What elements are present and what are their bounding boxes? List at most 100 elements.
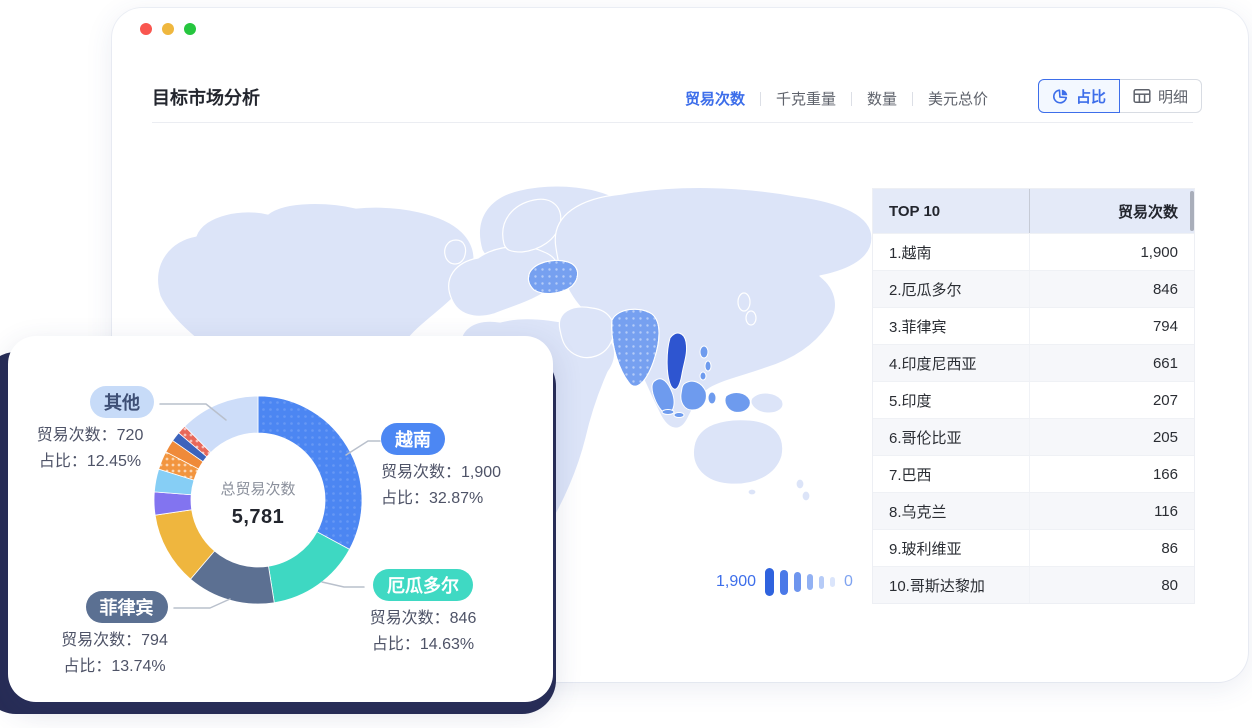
value-cell: 166: [1029, 456, 1194, 492]
callout-pct-line: 占比：12.45%: [14, 449, 166, 475]
minimize-window-dot[interactable]: [162, 23, 174, 35]
country-cell: 5.印度: [873, 390, 1029, 411]
map-region-uk: [445, 240, 466, 264]
legend-bar-0: [765, 568, 774, 596]
table-row: 5.印度207: [873, 381, 1194, 418]
view-toggle-group: 占比 明细: [1038, 79, 1202, 113]
map-country-borneo[interactable]: [681, 381, 707, 410]
legend-bars: [765, 568, 835, 596]
metric-tabs: 贸易次数 千克重量 数量 美元总价: [685, 88, 988, 109]
legend-max-label: 1,900: [716, 573, 756, 591]
callout-badge-ekuaduoer: 厄瓜多尔: [373, 569, 473, 601]
legend-bar-5: [830, 577, 835, 587]
value-cell: 207: [1029, 382, 1194, 418]
table-row: 9.玻利维亚86: [873, 529, 1194, 566]
value-cell: 846: [1029, 271, 1194, 307]
callout-pct-line: 占比：32.87%: [381, 486, 501, 512]
callout-badge-yuenan: 越南: [381, 423, 445, 455]
tab-usd-total[interactable]: 美元总价: [928, 88, 988, 109]
callout-badge-feilvbin: 菲律宾: [86, 591, 168, 623]
map-country-west-papua[interactable]: [725, 393, 750, 413]
table-header-row: TOP 10 贸易次数: [873, 189, 1194, 233]
table-row: 2.厄瓜多尔846: [873, 270, 1194, 307]
map-region-tasmania: [748, 489, 756, 495]
window-controls: [140, 23, 196, 35]
close-window-dot[interactable]: [140, 23, 152, 35]
map-region-japan-south: [746, 311, 756, 325]
map-country-sulawesi[interactable]: [708, 392, 716, 404]
tab-separator: [760, 92, 761, 106]
country-cell: 10.哥斯达黎加: [873, 575, 1029, 596]
tab-separator: [912, 92, 913, 106]
tab-kg-weight[interactable]: 千克重量: [776, 88, 836, 109]
page-title: 目标市场分析: [152, 84, 260, 110]
donut-total-value: 5,781: [174, 506, 342, 529]
table-row: 4.印度尼西亚661: [873, 344, 1194, 381]
callout-stats: 贸易次数：1,900占比：32.87%: [381, 460, 501, 512]
tab-quantity[interactable]: 数量: [867, 88, 897, 109]
value-cell: 661: [1029, 345, 1194, 381]
map-region-new-guinea: [751, 393, 783, 413]
map-country-java[interactable]: [662, 410, 674, 415]
callout-pct-line: 占比：14.63%: [356, 632, 490, 658]
donut-total-title: 总贸易次数: [174, 478, 342, 499]
view-button-proportion[interactable]: 占比: [1038, 79, 1120, 113]
value-cell: 80: [1029, 567, 1194, 603]
country-cell: 1.越南: [873, 242, 1029, 263]
country-cell: 4.印度尼西亚: [873, 353, 1029, 374]
table-icon: [1133, 88, 1151, 104]
legend-bar-1: [780, 570, 788, 595]
map-country-java-2[interactable]: [674, 413, 684, 418]
callout-feilvbin: 菲律宾贸易次数：794占比：13.74%: [29, 591, 200, 680]
callout-badge-qita: 其他: [90, 386, 154, 418]
value-cell: 205: [1029, 419, 1194, 455]
proportion-chart-card: 总贸易次数 5,781 其他贸易次数：720占比：12.45% 越南贸易次数：1,…: [8, 336, 553, 702]
country-cell: 7.巴西: [873, 464, 1029, 485]
callout-value-line: 贸易次数：1,900: [381, 460, 501, 486]
maximize-window-dot[interactable]: [184, 23, 196, 35]
callout-pct-line: 占比：13.74%: [29, 654, 200, 680]
table-row: 10.哥斯达黎加80: [873, 566, 1194, 603]
map-country-philippines-3[interactable]: [700, 372, 706, 380]
callout-value-line: 贸易次数：794: [29, 628, 200, 654]
legend-bar-2: [794, 572, 801, 592]
country-cell: 6.哥伦比亚: [873, 427, 1029, 448]
callout-yuenan: 越南贸易次数：1,900占比：32.87%: [381, 423, 501, 512]
callout-stats: 贸易次数：794占比：13.74%: [29, 628, 200, 680]
map-country-philippines[interactable]: [700, 346, 708, 358]
country-cell: 8.乌克兰: [873, 501, 1029, 522]
callout-value-line: 贸易次数：720: [14, 423, 166, 449]
value-cell: 1,900: [1029, 234, 1194, 270]
view-button-label: 占比: [1076, 86, 1106, 107]
legend-min-label: 0: [844, 573, 853, 591]
callout-ekuaduoer: 厄瓜多尔贸易次数：846占比：14.63%: [356, 569, 490, 658]
header-divider: [152, 122, 1193, 123]
tab-separator: [851, 92, 852, 106]
value-cell: 86: [1029, 530, 1194, 566]
table-body: 1.越南1,9002.厄瓜多尔8463.菲律宾7944.印度尼西亚6615.印度…: [873, 233, 1194, 603]
callout-stats: 贸易次数：846占比：14.63%: [356, 606, 490, 658]
map-country-philippines-2[interactable]: [705, 361, 711, 371]
tab-trade-count[interactable]: 贸易次数: [685, 88, 745, 109]
table-header-top10: TOP 10: [873, 203, 1029, 220]
country-cell: 9.玻利维亚: [873, 538, 1029, 559]
view-button-detail[interactable]: 明细: [1119, 79, 1202, 113]
view-button-label: 明细: [1158, 86, 1188, 107]
country-cell: 2.厄瓜多尔: [873, 279, 1029, 300]
table-row: 7.巴西166: [873, 455, 1194, 492]
map-color-legend: 1,900 0: [716, 568, 853, 596]
callout-qita: 其他贸易次数：720占比：12.45%: [14, 386, 166, 475]
table-scrollbar-thumb[interactable]: [1190, 191, 1194, 231]
donut-slice-2[interactable]: [268, 532, 349, 603]
legend-bar-4: [819, 576, 824, 589]
map-region-new-zealand-south: [802, 491, 810, 501]
donut-center-label: 总贸易次数 5,781: [174, 478, 342, 529]
map-region-new-zealand: [796, 479, 804, 489]
callout-stats: 贸易次数：720占比：12.45%: [14, 423, 166, 475]
table-row: 1.越南1,900: [873, 233, 1194, 270]
callout-value-line: 贸易次数：846: [356, 606, 490, 632]
table-header-trade-count: 贸易次数: [1029, 189, 1194, 233]
map-region-australia: [693, 420, 782, 485]
screenshot-root: 目标市场分析 贸易次数 千克重量 数量 美元总价 占比 明细 TOP 10 贸易次数 1…: [0, 0, 1252, 728]
table-row: 8.乌克兰116: [873, 492, 1194, 529]
